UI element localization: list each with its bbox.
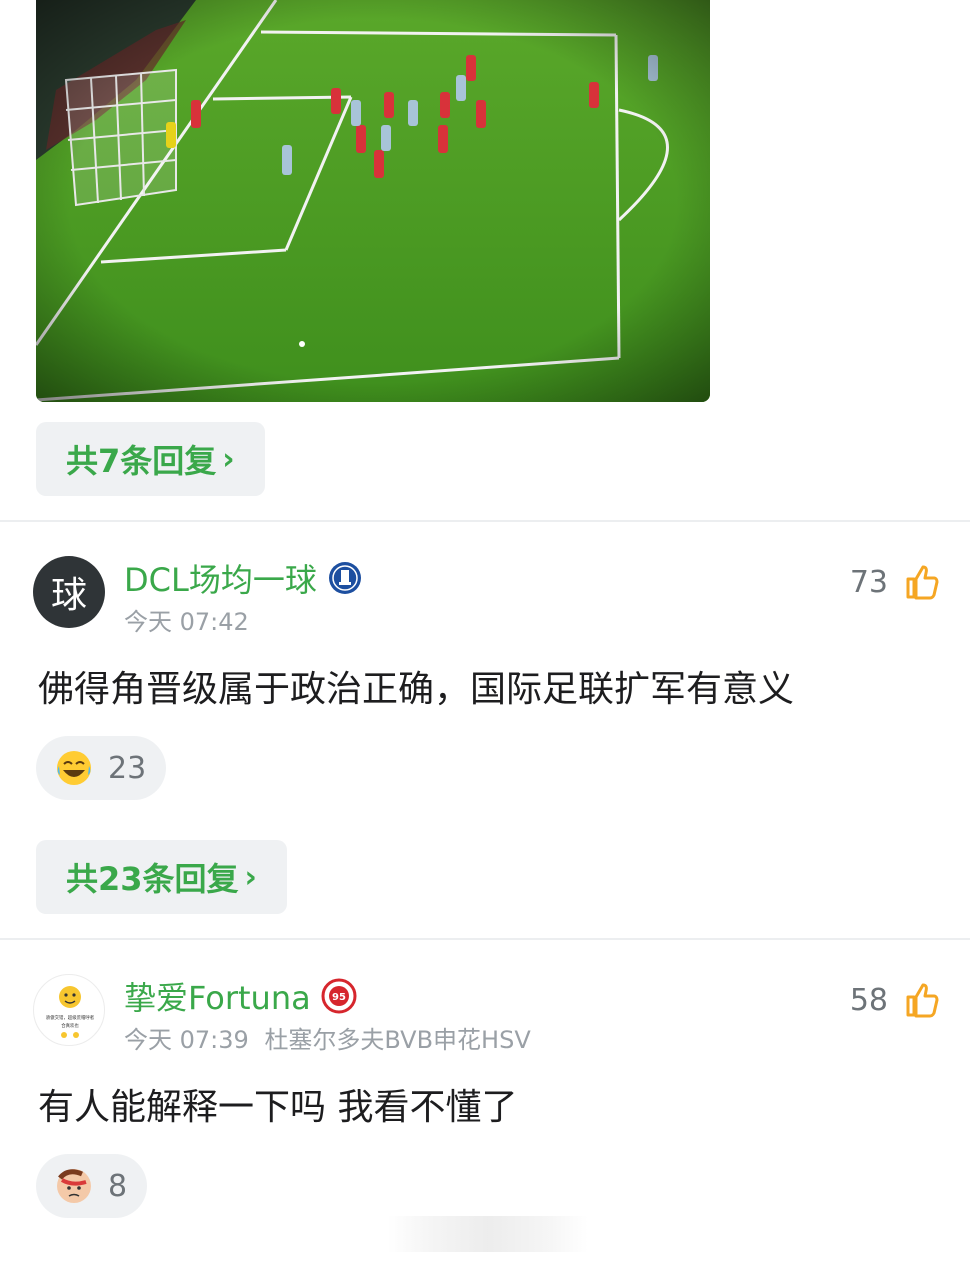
username[interactable]: 挚爱Fortuna 95 bbox=[124, 973, 357, 1019]
like-count: 58 bbox=[849, 982, 888, 1018]
laugh-cry-emoji-icon bbox=[57, 751, 91, 785]
thumbs-up-icon bbox=[906, 565, 939, 600]
comment-text: 佛得角晋级属于政治正确，国际足联扩军有意义 bbox=[38, 669, 795, 710]
username-text: DCL场均一球 bbox=[124, 561, 317, 599]
post-photo[interactable] bbox=[36, 0, 710, 402]
chevron-right-icon: › bbox=[244, 859, 257, 895]
view-replies-label: 共7条回复 bbox=[66, 442, 217, 480]
avatar-char: 球 bbox=[50, 575, 87, 616]
comment-meta: 今天 07:39 杜塞尔多夫BVB申花HSV bbox=[124, 1020, 531, 1055]
view-replies-button[interactable]: 共7条回复 › bbox=[36, 422, 265, 496]
like-count: 73 bbox=[849, 564, 888, 600]
reaction-chip[interactable]: 23 bbox=[36, 736, 167, 800]
avatar[interactable]: 骄傲交错，超级荒帽呼者 合真欢也 bbox=[33, 974, 105, 1046]
comment-time: 今天 07:39 bbox=[124, 1026, 249, 1054]
comment-location: 杜塞尔多夫BVB申花HSV bbox=[264, 1026, 531, 1054]
like-button[interactable]: 73 bbox=[850, 563, 940, 601]
avatar[interactable]: 球 bbox=[33, 556, 105, 628]
comment-text: 有人能解释一下吗 我看不懂了 bbox=[38, 1087, 518, 1128]
watermark bbox=[388, 1216, 588, 1252]
avatar-image: 骄傲交错，超级荒帽呼者 合真欢也 bbox=[46, 986, 95, 1038]
chevron-right-icon: › bbox=[222, 441, 235, 477]
divider bbox=[0, 520, 970, 522]
fortuna-95-crest-icon: 95 bbox=[321, 978, 357, 1014]
avatar-caption: 骄傲交错，超级荒帽呼者 bbox=[46, 1014, 95, 1021]
username-text: 挚爱Fortuna bbox=[124, 979, 311, 1017]
view-replies-button[interactable]: 共23条回复 › bbox=[36, 840, 287, 914]
like-button[interactable]: 58 bbox=[850, 981, 940, 1019]
reaction-count: 23 bbox=[108, 750, 147, 786]
reaction-count: 8 bbox=[108, 1168, 128, 1204]
svg-text:95: 95 bbox=[332, 992, 346, 1003]
avatar-caption-2: 合真欢也 bbox=[61, 1022, 79, 1029]
thumbs-up-icon bbox=[906, 983, 939, 1018]
facepalm-emoji-icon bbox=[57, 1169, 91, 1203]
comment-time: 今天 07:42 bbox=[124, 608, 249, 636]
view-replies-label: 共23条回复 bbox=[66, 860, 239, 898]
everton-crest-icon bbox=[328, 562, 361, 594]
username[interactable]: DCL场均一球 bbox=[124, 555, 363, 601]
reaction-chip[interactable]: 8 bbox=[36, 1154, 148, 1218]
divider bbox=[0, 938, 970, 940]
